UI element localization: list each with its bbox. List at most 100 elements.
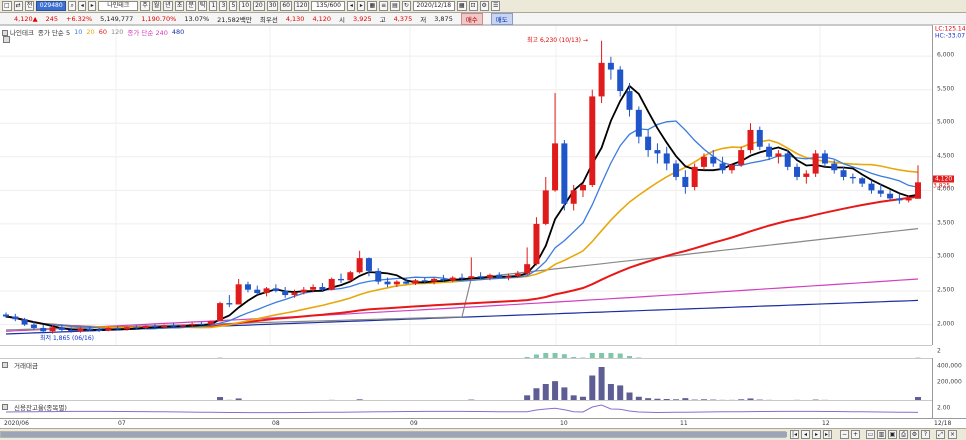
layout-icon[interactable]: ▥ <box>877 430 886 439</box>
candle-body <box>766 146 773 157</box>
stock-name-field[interactable]: 나인테크 <box>98 1 139 11</box>
candle-body <box>868 183 875 191</box>
horizontal-scrollbar[interactable] <box>0 431 787 438</box>
low-price: 3,875 <box>434 14 453 23</box>
zoom-reset-icon[interactable]: ▭ <box>866 430 875 439</box>
candle-body <box>756 129 763 147</box>
candle-body <box>244 284 251 290</box>
candle-body <box>849 176 856 179</box>
refresh-icon[interactable]: ↻ <box>401 1 411 11</box>
last-page-icon[interactable]: ▸| <box>823 430 832 439</box>
hc-value: HC:-33.07 <box>935 32 966 40</box>
panel-toggle-icon[interactable] <box>3 36 10 43</box>
window-icon[interactable]: □ <box>2 1 12 11</box>
period-minute-button[interactable]: 분 <box>186 1 196 11</box>
price-chart-panel[interactable]: 나인테크 종가 단순 5 10 20 60 120 종가 단순 240 480 … <box>0 25 932 346</box>
candle-body <box>719 163 726 171</box>
candle-body <box>300 289 307 293</box>
candle-body <box>198 323 205 325</box>
credit-balance-panel[interactable]: 신용잔고율(종목별) <box>0 400 932 418</box>
minute-1-button[interactable]: 1 <box>209 1 218 11</box>
lc-value: LC:125.14 <box>935 25 966 33</box>
menu-icon[interactable]: ☰ <box>490 1 501 11</box>
minute-60-button[interactable]: 60 <box>280 1 292 11</box>
config-icon[interactable]: ⚙ <box>910 430 919 439</box>
candle-body <box>161 325 168 328</box>
candle-body <box>179 325 186 327</box>
candle-body <box>710 156 717 164</box>
close-panel-icon[interactable]: × <box>948 430 957 439</box>
candle-body <box>682 176 689 187</box>
zoom-in-icon[interactable]: + <box>851 430 860 439</box>
legend-ma120: 120 <box>110 28 124 36</box>
minute-120-button[interactable]: 120 <box>293 1 310 11</box>
minute-10-button[interactable]: 10 <box>239 1 252 11</box>
scroll-right-icon[interactable]: ▸ <box>357 1 366 11</box>
open-label: 시 <box>339 15 346 24</box>
link-icon[interactable]: ⇄ <box>13 1 23 11</box>
candle-body <box>440 278 447 281</box>
candle-body <box>254 289 261 294</box>
period-week-button[interactable]: 월 <box>151 1 162 11</box>
minute-3-button[interactable]: 3 <box>219 1 228 11</box>
candle-body <box>217 303 224 322</box>
market-select[interactable]: 전 <box>24 1 35 11</box>
turnover-rate: 13.07% <box>184 14 210 23</box>
credit-legend: 신용잔고율(종목별) <box>2 402 67 412</box>
candle-body <box>431 278 438 282</box>
volume-strip-panel <box>0 345 932 359</box>
help-icon[interactable]: ? <box>921 430 930 439</box>
y-tick-label: 5,500 <box>937 85 955 93</box>
calendar-icon[interactable]: ▦ <box>456 1 467 11</box>
candle-body <box>310 286 317 290</box>
price-y-axis: LC:125.14 HC:-33.07 6,000 5,500 5,000 4,500… <box>932 25 966 355</box>
candle-body <box>654 150 661 154</box>
volume-bar <box>561 387 568 401</box>
period-tick-button[interactable]: 틱 <box>197 1 208 11</box>
list-icon[interactable]: ≡ <box>379 1 389 11</box>
next-page-icon[interactable]: ▸ <box>812 430 821 439</box>
grid-icon[interactable]: ▦ <box>367 1 378 11</box>
x-tick-label: 10 <box>560 420 568 427</box>
ma20-line <box>5 139 919 329</box>
minute-20-button[interactable]: 20 <box>253 1 265 11</box>
scroll-left-icon[interactable]: ◂ <box>347 1 356 11</box>
count-field[interactable]: 135/600 <box>311 1 346 11</box>
volume-panel[interactable]: 거래대금 <box>0 358 932 401</box>
capture-icon[interactable]: ▣ <box>888 430 897 439</box>
scrollbar-thumb[interactable] <box>1 432 787 437</box>
x-tick-label: 07 <box>118 420 126 427</box>
minute-5-button[interactable]: 5 <box>229 1 238 11</box>
prev-arrow-icon[interactable]: ◂ <box>78 1 87 11</box>
period-day-button[interactable]: 주 <box>140 1 150 11</box>
lock-icon[interactable]: ⊡ <box>468 1 478 11</box>
best-quote-label: 최우선 <box>259 15 278 24</box>
print-icon[interactable]: ⎙ <box>899 430 908 439</box>
buy-button[interactable]: 매수 <box>460 12 483 25</box>
first-page-icon[interactable]: |◂ <box>790 430 799 439</box>
candle-body <box>393 281 400 285</box>
fullscreen-icon[interactable]: ⤢ <box>936 430 945 439</box>
volume-ratio: 1,190.70% <box>141 14 177 23</box>
chart-icon[interactable]: ▤ <box>390 1 400 11</box>
minute-30-button[interactable]: 30 <box>266 1 279 11</box>
prev-page-icon[interactable]: ◂ <box>801 430 810 439</box>
legend-ma5: 종가 단순 5 <box>37 29 71 37</box>
volume-value: 5,149,777 <box>100 14 134 23</box>
sell-button[interactable]: 매도 <box>490 12 513 25</box>
legend-swatch-icon <box>2 404 8 410</box>
stock-code-input[interactable]: 029480 <box>36 1 67 11</box>
settings-icon[interactable]: ⚙ <box>479 1 489 11</box>
next-arrow-icon[interactable]: ▸ <box>88 1 97 11</box>
period-year-button[interactable]: 초 <box>174 1 185 11</box>
zoom-out-icon[interactable]: − <box>840 430 849 439</box>
search-icon[interactable]: ⌕ <box>68 1 77 11</box>
candle-body <box>877 190 884 194</box>
current-price: 4,120▲ <box>14 14 38 23</box>
low-annotation: 최저 1,865 (06/16) <box>40 335 95 342</box>
date-field[interactable]: 2020/12/18 <box>412 1 455 11</box>
volume-bar <box>598 367 605 401</box>
period-month-button[interactable]: 년 <box>163 1 173 11</box>
candle-body <box>570 190 577 204</box>
high-annotation: 최고 6,230 (10/13) → <box>527 37 588 44</box>
